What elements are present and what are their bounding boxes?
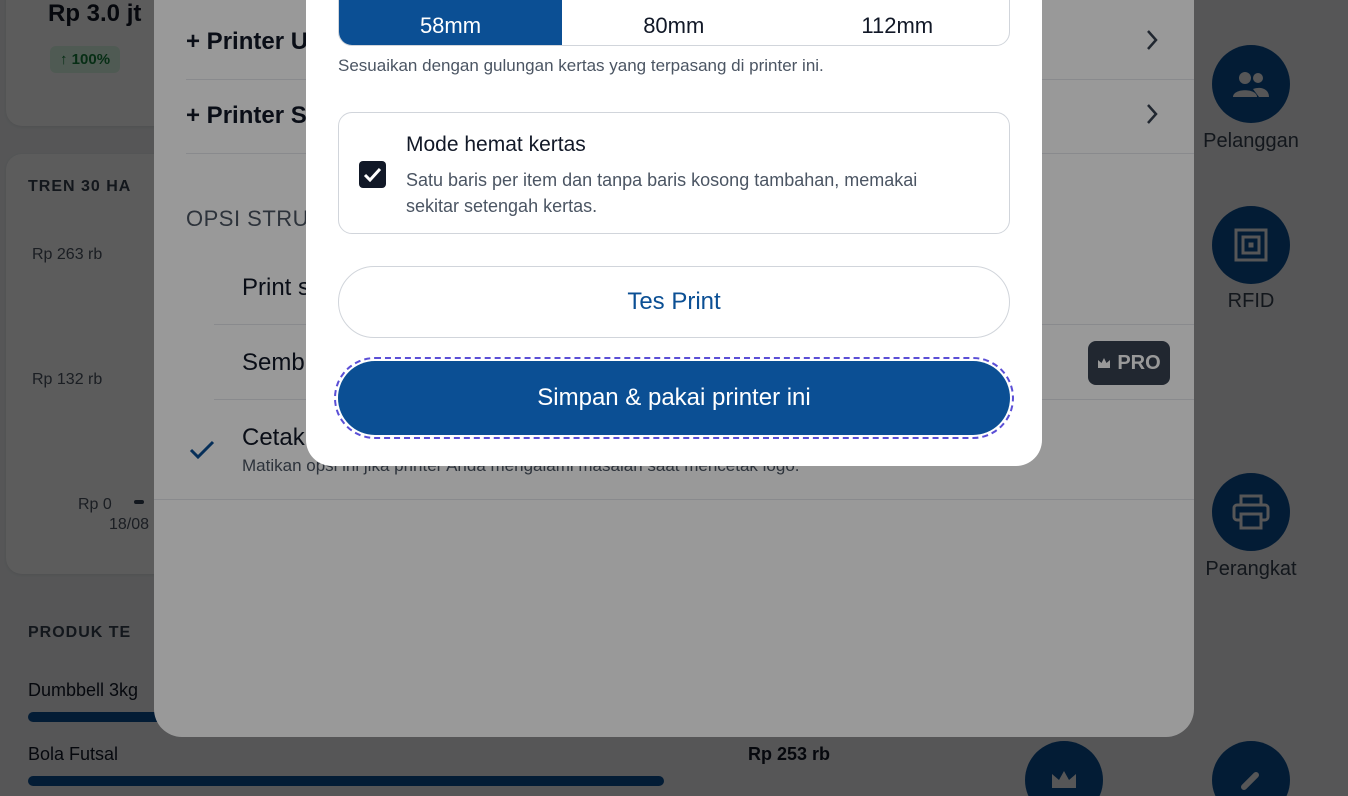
paper-size-80mm[interactable]: 80mm: [562, 0, 786, 45]
paper-saving-description: Satu baris per item dan tanpa baris koso…: [406, 170, 918, 216]
printer-config-dialog: 58mm 80mm 112mm Sesuaikan dengan gulunga…: [306, 0, 1042, 466]
paper-saving-checkbox[interactable]: [359, 161, 386, 188]
paper-saving-title: Mode hemat kertas: [406, 133, 586, 156]
paper-size-hint: Sesuaikan dengan gulungan kertas yang te…: [338, 56, 824, 75]
checkmark-icon: [363, 167, 382, 182]
save-use-printer-button[interactable]: Simpan & pakai printer ini: [334, 357, 1014, 439]
paper-saving-mode-option[interactable]: Mode hemat kertas Satu baris per item da…: [338, 112, 1010, 234]
paper-size-58mm[interactable]: 58mm: [339, 0, 562, 45]
paper-size-selector: 58mm 80mm 112mm: [338, 0, 1010, 46]
paper-size-112mm[interactable]: 112mm: [786, 0, 1010, 45]
test-print-button[interactable]: Tes Print: [338, 266, 1010, 338]
